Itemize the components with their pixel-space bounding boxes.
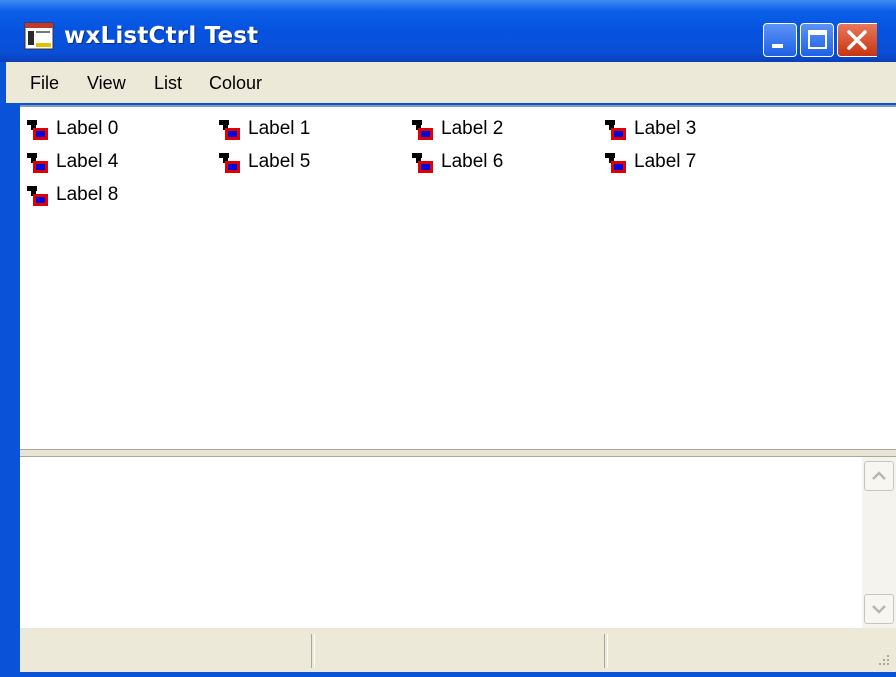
list-item[interactable]: Label 8	[26, 183, 206, 209]
title-bar[interactable]: wxListCtrl Test	[0, 0, 896, 62]
list-item[interactable]: Label 2	[411, 117, 591, 143]
menu-view[interactable]: View	[87, 72, 126, 94]
list-item-icon	[27, 153, 48, 173]
maximize-icon	[808, 30, 827, 49]
list-item-label: Label 5	[248, 151, 311, 172]
minimize-button[interactable]	[763, 23, 797, 57]
list-item-icon	[605, 120, 626, 140]
list-item[interactable]: Label 4	[26, 150, 206, 176]
list-control[interactable]: Label 0 Label 1 Label 2 Label 3 Label 4 Label…	[20, 105, 896, 449]
list-item-label: Label 4	[56, 151, 119, 172]
list-item-label: Label 8	[56, 184, 119, 205]
log-text-area[interactable]	[20, 457, 896, 628]
minimize-icon	[772, 44, 783, 48]
status-field-separator	[604, 634, 608, 668]
list-item-icon	[219, 120, 240, 140]
list-item[interactable]: Label 3	[604, 117, 784, 143]
list-item[interactable]: Label 5	[218, 150, 398, 176]
list-item-icon	[27, 186, 48, 206]
close-icon	[847, 30, 867, 50]
scroll-up-button[interactable]	[864, 461, 894, 491]
status-bar	[20, 628, 896, 672]
list-item-icon	[27, 120, 48, 140]
log-vertical-scrollbar[interactable]	[862, 457, 896, 628]
menu-list[interactable]: List	[154, 72, 182, 94]
scroll-down-arrow-icon	[872, 605, 886, 614]
maximize-button[interactable]	[800, 23, 834, 57]
list-item-icon	[412, 153, 433, 173]
splitter-sash[interactable]	[20, 449, 896, 457]
list-item-label: Label 7	[634, 151, 697, 172]
list-item-label: Label 1	[248, 118, 311, 139]
list-item-label: Label 3	[634, 118, 697, 139]
scroll-up-arrow-icon	[872, 471, 886, 480]
menu-colour[interactable]: Colour	[209, 72, 262, 94]
list-item[interactable]: Label 7	[604, 150, 784, 176]
list-item[interactable]: Label 6	[411, 150, 591, 176]
list-item-label: Label 6	[441, 151, 504, 172]
list-item[interactable]: Label 1	[218, 117, 398, 143]
list-item-label: Label 0	[56, 118, 119, 139]
resize-grip-icon[interactable]	[876, 652, 890, 666]
window-title: wxListCtrl Test	[64, 23, 259, 49]
list-item-icon	[219, 153, 240, 173]
status-field-separator	[311, 634, 315, 668]
list-item[interactable]: Label 0	[26, 117, 206, 143]
menu-file[interactable]: File	[30, 72, 59, 94]
app-window: wxListCtrl Test File View List Colour La…	[0, 0, 896, 677]
close-button[interactable]	[837, 23, 877, 57]
list-item-label: Label 2	[441, 118, 504, 139]
menu-bar: File View List Colour	[6, 62, 896, 103]
list-item-icon	[605, 153, 626, 173]
scroll-down-button[interactable]	[864, 594, 894, 624]
list-item-icon	[412, 120, 433, 140]
application-icon	[24, 22, 54, 50]
